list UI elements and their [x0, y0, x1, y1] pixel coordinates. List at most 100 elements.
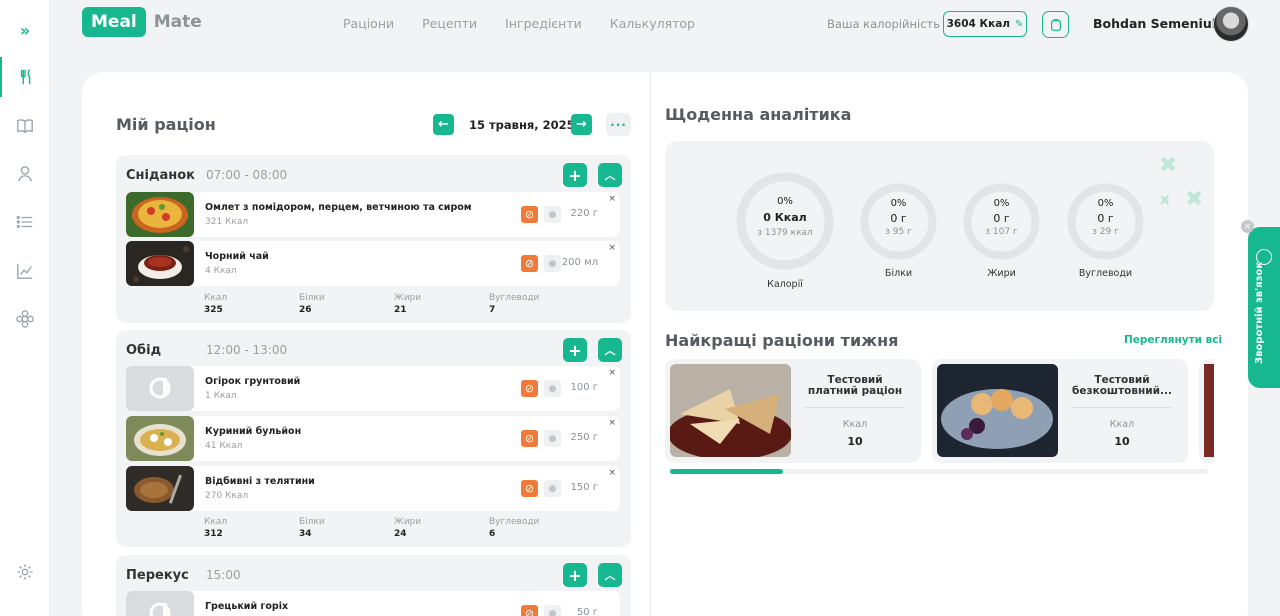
avatar[interactable]: [1213, 6, 1249, 42]
nav-calculator[interactable]: Калькулятор: [610, 16, 695, 31]
total-carbs-label: Вуглеводи: [489, 293, 540, 303]
total-fat: 21: [394, 305, 407, 315]
remove-food-icon[interactable]: ×: [608, 468, 616, 478]
food-item[interactable]: Відбивні з телятини 270 Ккал ⊘ ● 150 г ×: [126, 466, 620, 511]
food-image: [126, 192, 194, 237]
meal-header: Перекус 15:00 + ︿: [126, 563, 622, 587]
nav-recipes[interactable]: Рецепти: [422, 16, 477, 31]
add-food-button[interactable]: +: [563, 563, 587, 587]
logo-meal: Meal: [82, 7, 146, 37]
block-icon[interactable]: ⊘: [521, 430, 538, 447]
like-icon[interactable]: ●: [544, 380, 561, 397]
food-item[interactable]: Грецький горіх ⊘ ● 50 г: [126, 591, 620, 616]
total-carbs-label: Вуглеводи: [489, 517, 540, 527]
food-item[interactable]: Огірок грунтовий 1 Ккал ⊘ ● 100 г ×: [126, 366, 620, 411]
weekly-card-divider: [805, 407, 905, 408]
block-icon[interactable]: ⊘: [521, 380, 538, 397]
sidebar-item-diets[interactable]: [0, 57, 50, 97]
sidebar-item-profile[interactable]: [0, 162, 50, 186]
add-food-button[interactable]: +: [563, 338, 587, 362]
collapse-button[interactable]: ︿: [598, 338, 622, 362]
meal-header: Обід 12:00 - 13:00 + ︿: [126, 338, 622, 362]
sidebar-item-ingredients[interactable]: [0, 307, 50, 331]
collapse-button[interactable]: ︿: [598, 163, 622, 187]
cart-button[interactable]: [1042, 11, 1069, 38]
like-icon[interactable]: ●: [544, 206, 561, 223]
remove-food-icon[interactable]: ×: [608, 194, 616, 204]
weekly-title: Найкращі раціони тижня: [665, 331, 899, 350]
like-icon[interactable]: ●: [544, 430, 561, 447]
sidebar-item-stats[interactable]: [0, 259, 50, 283]
ring-label: Калорії: [767, 279, 803, 290]
ring-label: Жири: [987, 268, 1016, 279]
block-icon[interactable]: ⊘: [521, 206, 538, 223]
nav-diets[interactable]: Раціони: [343, 16, 394, 31]
food-quantity: 250 г: [570, 432, 598, 443]
weekly-card-partial[interactable]: [1199, 359, 1214, 463]
food-quantity: 100 г: [570, 382, 598, 393]
ring-goal: з 107 г: [985, 227, 1018, 237]
next-date-button[interactable]: →: [571, 114, 592, 135]
remove-food-icon[interactable]: ×: [608, 243, 616, 253]
sidebar-item-settings[interactable]: [0, 560, 50, 584]
ring-value: 0 Ккал: [763, 211, 807, 224]
collapse-button[interactable]: ︿: [598, 563, 622, 587]
food-name: Відбивні з телятини: [205, 476, 315, 487]
total-fat-label: Жири: [394, 293, 422, 303]
weekly-card-kcal-label: Ккал: [1109, 419, 1135, 430]
leaf-icon: ✖: [1159, 153, 1178, 178]
meal-time: 07:00 - 08:00: [206, 168, 288, 182]
ring-fat: 0% 0 г з 107 г Жири: [962, 182, 1041, 282]
ring-value: 0 г: [890, 212, 907, 225]
more-options-button[interactable]: ···: [606, 113, 631, 136]
food-item[interactable]: Куриний бульйон 41 Ккал ⊘ ● 250 г ×: [126, 416, 620, 461]
weekly-card[interactable]: Тестовий платний раціон Ккал 10: [665, 359, 921, 463]
panel-divider: [650, 72, 651, 616]
logo-mate: Mate: [153, 12, 202, 32]
like-icon[interactable]: ●: [544, 480, 561, 497]
food-item[interactable]: Чорний чай 4 Ккал ⊘ ● 200 мл ×: [126, 241, 620, 286]
view-all-link[interactable]: Переглянути всі: [1124, 334, 1222, 346]
total-protein-label: Білки: [299, 517, 325, 527]
total-fat: 24: [394, 529, 407, 539]
food-quantity: 50 г: [576, 607, 598, 616]
weekly-card-image: [1204, 364, 1214, 457]
nav-ingredients[interactable]: Інгредієнти: [505, 16, 582, 31]
meal-name: Обід: [126, 342, 162, 358]
prev-date-button[interactable]: ←: [433, 114, 454, 135]
weekly-card-kcal-label: Ккал: [842, 419, 868, 430]
logo[interactable]: Meal Mate: [82, 7, 202, 37]
expand-sidebar-icon[interactable]: »: [0, 18, 50, 42]
weekly-card[interactable]: Тестовий безкоштовний... Ккал 10: [932, 359, 1188, 463]
feedback-tab[interactable]: Зворотній зв'язок: [1248, 227, 1280, 388]
block-icon[interactable]: ⊘: [521, 480, 538, 497]
block-icon[interactable]: ⊘: [521, 255, 538, 272]
user-name[interactable]: Bohdan Semeniuk: [1093, 16, 1220, 31]
meal-card-snack: Перекус 15:00 + ︿ Грецький горіх ⊘ ● 50 …: [116, 555, 631, 616]
weekly-scrollbar-thumb[interactable]: [670, 469, 783, 474]
add-food-button[interactable]: +: [563, 163, 587, 187]
total-kcal: 325: [204, 305, 223, 315]
total-protein: 26: [299, 305, 312, 315]
total-kcal-label: Ккал: [204, 293, 228, 303]
food-item[interactable]: Омлет з помідором, перцем, ветчиною та с…: [126, 192, 620, 237]
weekly-scrollbar[interactable]: [670, 469, 1208, 474]
sidebar-item-recipes[interactable]: [0, 114, 50, 138]
book-icon: [17, 119, 33, 134]
list-icon: [16, 215, 33, 229]
like-icon[interactable]: ●: [544, 255, 561, 272]
food-image-placeholder: [126, 591, 194, 616]
sidebar-item-list[interactable]: [0, 210, 50, 234]
food-name: Грецький горіх: [205, 601, 289, 612]
block-icon[interactable]: ⊘: [521, 605, 538, 616]
like-icon[interactable]: ●: [544, 605, 561, 616]
ring-calories: 0% 0 Ккал з 1379 ккал Калорії: [735, 171, 835, 291]
calories-button[interactable]: 3604 Ккал ✎: [943, 11, 1027, 37]
food-kcal: 1 Ккал: [205, 391, 237, 401]
remove-food-icon[interactable]: ×: [608, 418, 616, 428]
close-icon[interactable]: ×: [1241, 220, 1254, 233]
current-date: 15 травня, 2025: [469, 118, 575, 132]
total-fat-label: Жири: [394, 517, 422, 527]
food-name: Куриний бульйон: [205, 426, 302, 437]
remove-food-icon[interactable]: ×: [608, 368, 616, 378]
